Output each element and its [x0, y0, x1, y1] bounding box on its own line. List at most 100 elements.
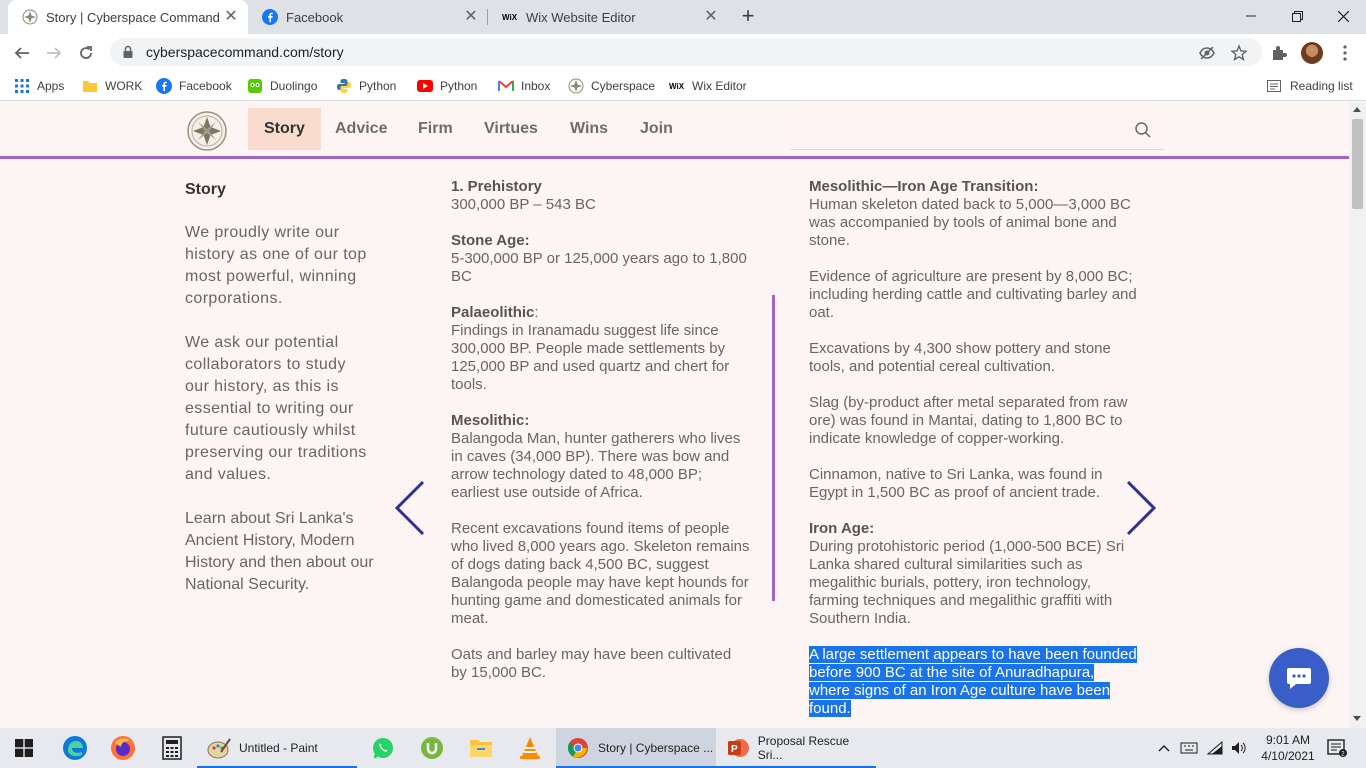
tray-overflow[interactable] [1154, 728, 1174, 768]
eye-off-icon[interactable] [1198, 44, 1216, 62]
nav-wins[interactable]: Wins [554, 108, 624, 150]
browser-toolbar: cyberspacecommand.com/story [0, 34, 1366, 71]
bookmark-python-youtube[interactable]: Python [417, 76, 477, 96]
wix-icon: WiX [502, 9, 518, 25]
section-heading: Stone Age: [451, 232, 530, 249]
kebab-menu-icon [1343, 45, 1347, 61]
section-text: Slag (by-product after metal separated f… [809, 394, 1128, 447]
notification-center[interactable]: 2 [1322, 728, 1352, 768]
bookmark-cyberspace[interactable]: Cyberspace [568, 76, 655, 96]
next-arrow-icon[interactable] [1124, 480, 1158, 536]
start-button[interactable] [0, 728, 48, 768]
history-block: Mesolithic: Balangoda Man, hunter gather… [451, 412, 751, 502]
bookmark-label: Wix Editor [692, 79, 747, 93]
page-scrollbar[interactable] [1349, 102, 1366, 728]
site-logo[interactable] [187, 111, 227, 151]
section-text: 300,000 BP – 543 BC [451, 196, 596, 213]
taskbar-chrome[interactable]: Story | Cyberspace ... [556, 728, 716, 768]
highlighted-paragraph: A large settlement appears to have been … [809, 646, 1137, 717]
folder-icon [82, 78, 98, 94]
intro-paragraph: We proudly write our history as one of o… [185, 224, 367, 307]
close-window-button[interactable] [1320, 0, 1366, 32]
taskbar-edge[interactable] [51, 728, 99, 768]
bookmark-work[interactable]: WORK [82, 76, 142, 96]
reading-list-button[interactable]: Reading list [1266, 76, 1353, 96]
chat-button[interactable] [1269, 648, 1329, 708]
reload-button[interactable] [72, 39, 100, 67]
notification-icon: 2 [1327, 739, 1347, 757]
scroll-up-icon[interactable] [1353, 107, 1361, 112]
history-column-2: Mesolithic—Iron Age Transition: Human sk… [809, 178, 1139, 728]
taskbar-app-label: Story | Cyberspace ... [598, 741, 714, 755]
nav-firm[interactable]: Firm [402, 108, 469, 150]
taskbar-vlc[interactable] [506, 728, 554, 768]
menu-button[interactable] [1334, 42, 1356, 64]
edge-icon [63, 736, 87, 760]
tray-network[interactable] [1204, 728, 1226, 768]
cyberspace-star-icon [22, 9, 38, 25]
bookmark-duolingo[interactable]: Duolingo [247, 76, 317, 96]
taskbar-calculator[interactable] [148, 728, 196, 768]
tray-volume[interactable] [1228, 728, 1250, 768]
close-icon[interactable]: ✕ [702, 8, 720, 26]
web-page: Story Advice Firm Virtues Wins Join Stor… [0, 102, 1349, 728]
section-text: Excavations by 4,300 show pottery and st… [809, 340, 1111, 375]
nav-story[interactable]: Story [248, 108, 321, 150]
facebook-icon [262, 9, 278, 25]
bookmark-star-icon[interactable] [1230, 44, 1248, 62]
intro-paragraph: Learn about Sri Lanka's Ancient History,… [185, 510, 374, 593]
history-block: Iron Age: During protohistoric period (1… [809, 520, 1139, 628]
taskbar-utorrent[interactable] [408, 728, 456, 768]
taskbar-powerpoint[interactable]: P Proposal Rescue Sri... [716, 728, 876, 768]
search-icon[interactable] [1134, 121, 1152, 139]
taskbar-file-explorer[interactable] [457, 728, 505, 768]
taskbar-paint[interactable]: Untitled - Paint [197, 728, 357, 768]
forward-arrow-icon [47, 47, 62, 59]
system-clock[interactable]: 9:01 AM 4/10/2021 [1256, 732, 1320, 764]
python-icon [336, 78, 352, 94]
taskbar-firefox[interactable] [99, 728, 147, 768]
nav-advice[interactable]: Advice [319, 108, 403, 150]
section-text: Human skeleton dated back to 5,000—3,000… [809, 196, 1131, 249]
gmail-icon [498, 78, 514, 94]
tab-facebook[interactable]: Facebook ✕ [248, 0, 488, 34]
reload-icon [80, 46, 92, 59]
nav-virtues[interactable]: Virtues [468, 108, 554, 150]
minimize-button[interactable] [1228, 0, 1274, 32]
tab-story[interactable]: Story | Cyberspace Command ✕ [8, 0, 248, 34]
nav-join[interactable]: Join [624, 108, 689, 150]
bookmark-label: Python [359, 79, 397, 93]
new-tab-button[interactable]: + [738, 5, 758, 29]
clock-date: 4/10/2021 [1261, 749, 1315, 763]
selected-text: A large settlement appears to have been … [809, 646, 1139, 718]
back-button[interactable] [8, 39, 36, 67]
svg-text:WiX: WiX [669, 82, 685, 91]
tray-input-method[interactable] [1178, 728, 1200, 768]
bookmark-python[interactable]: Python [336, 76, 396, 96]
youtube-icon [417, 78, 433, 94]
section-text: Findings in Iranamadu suggest life since… [451, 322, 730, 393]
duolingo-icon [247, 78, 263, 94]
extensions-button[interactable] [1268, 42, 1290, 64]
forward-button[interactable] [40, 39, 68, 67]
chat-bubble-icon [1287, 668, 1311, 689]
back-arrow-icon [14, 47, 29, 59]
scrollbar-thumb[interactable] [1352, 119, 1363, 209]
address-bar[interactable]: cyberspacecommand.com/story [110, 38, 1262, 66]
profile-button[interactable] [1301, 42, 1323, 64]
tab-wix[interactable]: WiX Wix Website Editor ✕ [488, 0, 728, 34]
close-icon[interactable]: ✕ [222, 8, 240, 26]
puzzle-icon [1273, 46, 1287, 60]
bookmark-label: Inbox [521, 79, 551, 93]
bookmark-inbox[interactable]: Inbox [498, 76, 550, 96]
previous-arrow-icon[interactable] [393, 480, 427, 536]
bookmark-facebook[interactable]: Facebook [156, 76, 232, 96]
bookmark-wix-editor[interactable]: WiX Wix Editor [669, 76, 747, 96]
wifi-icon [1206, 740, 1223, 755]
close-icon[interactable]: ✕ [462, 8, 480, 26]
restore-button[interactable] [1274, 0, 1320, 32]
bookmark-apps[interactable]: Apps [14, 76, 64, 96]
scroll-down-icon[interactable] [1353, 716, 1361, 721]
taskbar-whatsapp[interactable] [359, 728, 407, 768]
site-search-input[interactable] [790, 108, 1164, 150]
